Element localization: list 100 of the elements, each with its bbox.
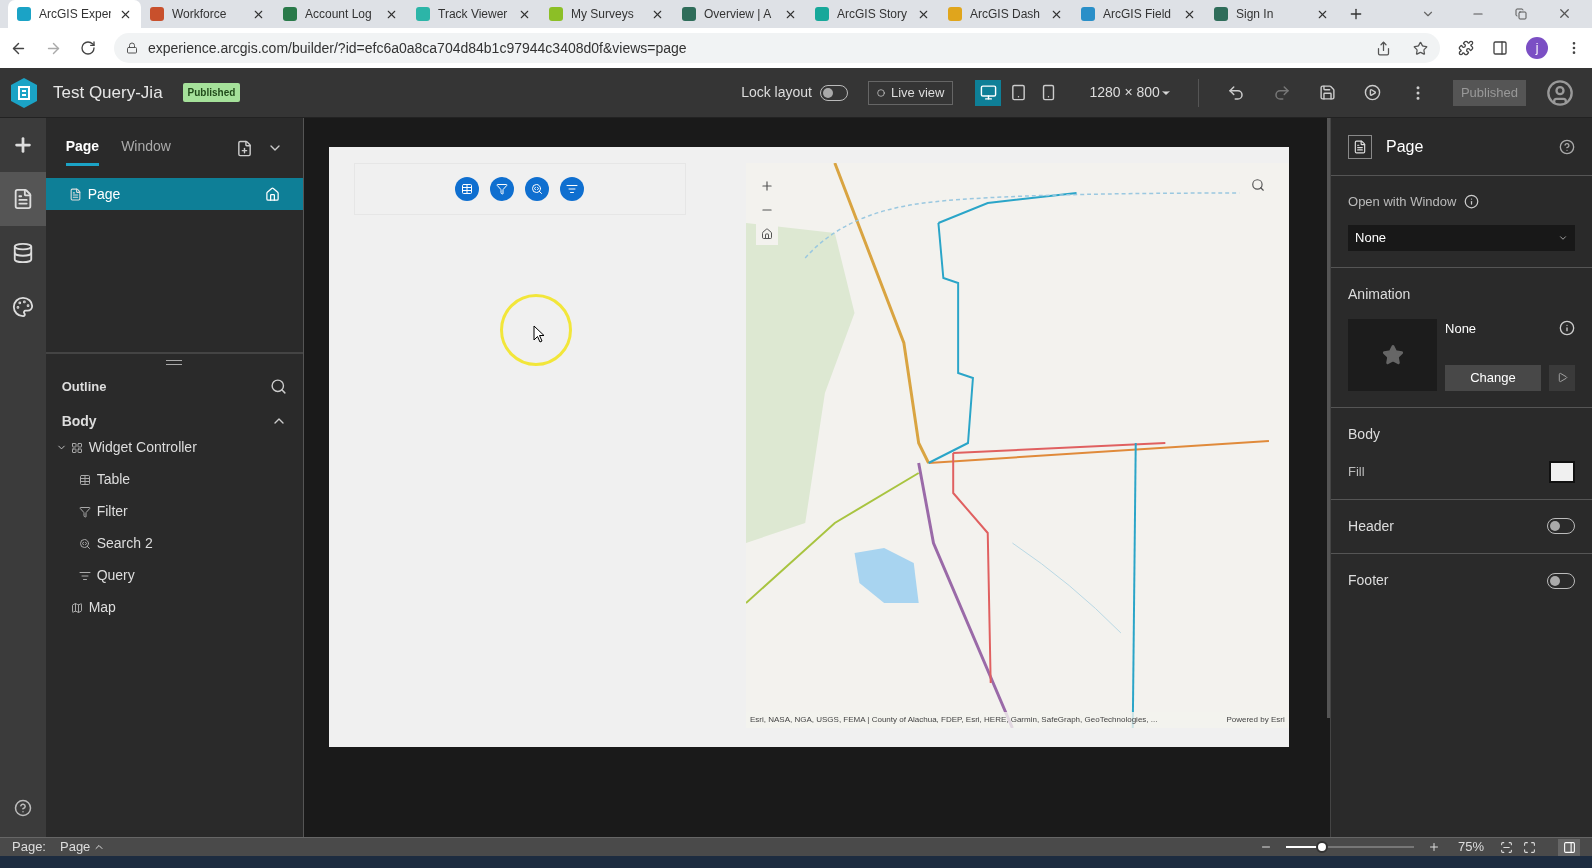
- browser-tab[interactable]: My Surveys: [540, 0, 673, 28]
- search-icon[interactable]: [1250, 178, 1265, 192]
- lock-layout-label: Lock layout: [741, 83, 812, 102]
- change-button[interactable]: Change: [1445, 364, 1541, 391]
- user-avatar-icon[interactable]: [1546, 78, 1574, 107]
- tab-title: Track Viewer: [438, 6, 509, 23]
- panel-tab[interactable]: Window: [121, 130, 171, 166]
- tab-title: ArcGIS Field: [1103, 6, 1172, 23]
- pointer-icon: [532, 325, 545, 343]
- map-icon: [70, 601, 83, 614]
- page-item[interactable]: Page: [45, 178, 303, 210]
- share-icon[interactable]: [1376, 40, 1391, 56]
- side-panel-icon[interactable]: [1492, 40, 1508, 56]
- browser-tab[interactable]: Overview | A: [673, 0, 806, 28]
- outline-item[interactable]: Map: [45, 591, 303, 624]
- filter-icon: [78, 505, 91, 518]
- add-page-icon[interactable]: [235, 139, 253, 157]
- search-icon[interactable]: [269, 378, 287, 396]
- url-text: experience.arcgis.com/builder/?id=efc6a0a8ca704d84b1c97944c3408d0f&views=page: [148, 38, 688, 58]
- undo-icon[interactable]: [1226, 83, 1245, 102]
- browser-tab[interactable]: Sign In: [1205, 0, 1338, 28]
- widget-button[interactable]: [490, 177, 515, 201]
- info-icon[interactable]: [1559, 320, 1575, 337]
- tab-title: ArcGIS Story: [837, 6, 908, 23]
- outline-item[interactable]: Query: [45, 559, 303, 592]
- body-section: Body: [61, 410, 271, 432]
- widget-controller[interactable]: [353, 163, 686, 215]
- outline-item[interactable]: Widget Controller: [45, 431, 303, 464]
- page-label: Page: [87, 184, 122, 204]
- info-icon[interactable]: [1464, 194, 1480, 210]
- play-button[interactable]: [1549, 364, 1575, 391]
- lock-icon: [126, 42, 138, 54]
- address-field[interactable]: experience.arcgis.com/builder/?id=efc6a0a8ca704d84b1c97944c3408d0f&views=page: [114, 33, 1440, 63]
- tab-title: ArcGIS Dash: [970, 6, 1042, 23]
- new-tab-icon[interactable]: [1348, 6, 1364, 22]
- status-label: Page:: [12, 838, 46, 857]
- restore-icon[interactable]: [1515, 8, 1527, 20]
- save-icon[interactable]: [1318, 84, 1336, 101]
- outline-item[interactable]: Search 2: [45, 527, 303, 560]
- preview-icon[interactable]: [1363, 84, 1381, 101]
- page-icon: [68, 187, 82, 201]
- browser-tab[interactable]: ArcGIS Dash: [939, 0, 1072, 28]
- slider-thumb[interactable]: [1315, 841, 1328, 853]
- widget-button[interactable]: [560, 177, 585, 201]
- status-badge: Published: [182, 83, 241, 102]
- resize-handle[interactable]: [166, 360, 183, 365]
- browser-tab[interactable]: Account Log: [274, 0, 407, 28]
- redo-icon[interactable]: [1272, 83, 1291, 102]
- zoom-reading: 75%: [1457, 838, 1484, 857]
- section-title: Body: [1348, 424, 1381, 444]
- device-button[interactable]: [975, 79, 1002, 106]
- home-icon[interactable]: [264, 186, 280, 202]
- table-icon: [461, 183, 474, 195]
- outline-label: Filter: [96, 502, 128, 521]
- outline-label: Query: [96, 566, 135, 585]
- outline-item[interactable]: Filter: [45, 495, 303, 528]
- browser-tab[interactable]: ArcGIS Story: [806, 0, 939, 28]
- tab-title: Sign In: [1236, 6, 1275, 23]
- profile-avatar[interactable]: j: [1526, 37, 1548, 59]
- widget-button[interactable]: [455, 177, 480, 201]
- desktop-icon: [979, 84, 997, 101]
- close-icon[interactable]: [1557, 6, 1572, 21]
- help-icon[interactable]: [1559, 138, 1575, 155]
- powered-by-link[interactable]: Powered by Esri: [1226, 714, 1285, 726]
- zoom-in-icon[interactable]: [1427, 841, 1440, 853]
- animation-value: None: [1445, 319, 1478, 338]
- reload-icon[interactable]: [80, 40, 96, 56]
- outline-item[interactable]: Table: [45, 463, 303, 496]
- panel-toggle[interactable]: [1558, 838, 1580, 856]
- tab-title: Overview | A: [704, 6, 773, 23]
- extensions-icon[interactable]: [1458, 40, 1474, 56]
- side-panel-icon: [1562, 840, 1576, 854]
- resolution-dropdown[interactable]: 1280 × 800: [1089, 82, 1172, 103]
- bookmark-icon[interactable]: [1413, 40, 1428, 56]
- widget-button[interactable]: [525, 177, 550, 201]
- tab-title: My Surveys: [571, 6, 635, 23]
- filter-icon: [496, 183, 509, 195]
- grid-icon: [70, 441, 83, 454]
- field-label: Open with Window: [1348, 193, 1457, 211]
- page-selector[interactable]: Page: [60, 837, 106, 857]
- fit-width-icon[interactable]: [1523, 840, 1536, 854]
- window-select[interactable]: None: [1348, 224, 1575, 251]
- outline-label: Search 2: [96, 534, 153, 553]
- browser-tab[interactable]: Track Viewer: [407, 0, 540, 28]
- tab-title: Workforce: [172, 6, 228, 23]
- map-attribution: Esri, NASA, NGA, USGS, FEMA | County of Alachua, FDEP, Esri, HERE, Garmin, SafeGraph, GeoTechnologies, ...: [750, 714, 1159, 726]
- play-icon: [1556, 372, 1568, 383]
- browser-tab[interactable]: ArcGIS Field: [1072, 0, 1205, 28]
- toggle-label: Header: [1348, 516, 1395, 536]
- panel-tab[interactable]: Page: [65, 130, 100, 166]
- page-icon: [1348, 134, 1372, 159]
- fit-icon[interactable]: [1500, 840, 1513, 854]
- fill-swatch[interactable]: [1549, 460, 1575, 483]
- live-view-button[interactable]: Live view: [867, 80, 954, 105]
- home-icon[interactable]: [756, 223, 778, 245]
- browser-tab[interactable]: Workforce: [141, 0, 274, 28]
- star-icon: [1381, 343, 1404, 366]
- help-icon[interactable]: [13, 799, 32, 817]
- palette-icon: [11, 296, 34, 318]
- table-icon: [78, 473, 91, 486]
